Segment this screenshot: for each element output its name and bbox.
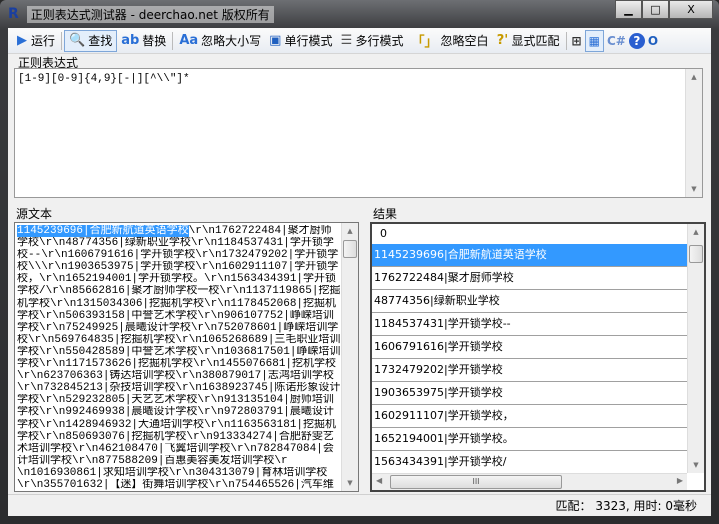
result-row[interactable]: 1145239696|合肥新航道英语学校 [372,244,687,267]
client-area: ▶ 运行 🔍 查找 ab 替换 Aa 忽略大小写 ▣ 单行模式 ☰ 多行模式 「」 忽略空白 ?' 显式匹配 ⊞… [8,28,711,516]
table-view-icon[interactable]: ▦ [584,29,604,52]
hscroll-thumb[interactable]: III [390,475,562,489]
regex-value[interactable]: [1-9][0-9]{4,9}[-|][^\\"]* [15,69,702,89]
source-line: \r\n1762722484|聚才厨师 [188,225,332,237]
result-row[interactable]: 1602911107|学开锁学校， [372,405,687,428]
ignore-whitespace-label: 忽略空白 [440,34,489,48]
run-label: 运行 [31,34,56,48]
source-line: 学校\r\n48774356|绿新职业学校\r\n1184537431|学开锁学 [17,237,334,250]
result-row[interactable]: 1903653975|学开锁学校 [372,382,687,405]
source-label: 源文本 [16,207,53,221]
source-line: 校\\\r\n1903653975|学开锁学校\r\n1602911107|学开… [17,261,339,274]
source-line: 学校\r\n992469938|晨曦设计学校\r\n972803791|晨曦设计 [17,406,334,419]
source-line: 学校\r\n550428589|中誉艺术学校\r\n1036817501|峥嵘培… [17,345,340,358]
source-line: 校，\r\n1652194001|学开锁学校。\r\n1563434391|学开… [17,273,337,286]
results-list[interactable]: 0 1145239696|合肥新航道英语学校 1762722484|聚才厨师学校 4… [370,222,706,492]
source-line: 学校/\r\n85662816|聚才厨师学校一校\r\n1137119865|挖… [17,285,340,298]
replace-button[interactable]: ab 替换 [117,30,170,52]
explicit-capture-button[interactable]: ?' 显式匹配 [493,30,564,52]
multi-line-label: 多行模式 [355,34,404,48]
maximize-button[interactable]: □ [642,0,669,19]
results-hscrollbar[interactable]: ◀ III ▶ [372,473,687,490]
source-line: 学校\r\n506393158|中誉艺术学校\r\n906107752|峥嵘培训 [17,309,334,322]
ignore-case-button[interactable]: Aa 忽略大小写 [175,30,265,52]
result-row[interactable]: 1652194001|学开锁学校。 [372,428,687,451]
source-line: 学校\r\n850693076|挖掘机学校\r\n913334274|合肥舒雯艺 [17,430,334,443]
result-row[interactable]: 1732479202|学开锁学校 [372,359,687,382]
find-label: 查找 [88,34,113,48]
match-status: 匹配： 3323, 用时: 0毫秒 [555,499,697,513]
source-selection: 1145239696|合肥新航道英语学校 [17,225,189,237]
ignore-case-label: 忽略大小写 [201,34,262,48]
results-label: 结果 [373,207,398,221]
source-text-input[interactable]: 1145239696|合肥新航道英语学校\r\n1762722484|聚才厨师 … [14,222,359,492]
toolbar: ▶ 运行 🔍 查找 ab 替换 Aa 忽略大小写 ▣ 单行模式 ☰ 多行模式 「」 忽略空白 ?' 显式匹配 ⊞… [8,28,711,54]
result-row[interactable]: 1606791616|学开锁学校 [372,336,687,359]
minimize-button[interactable]: ▁ [615,0,642,19]
window-title: 正则表达式测试器 - deerchao.net 版权所有 [26,5,274,23]
source-line: 学校\r\n1428946932|大通培训学校\r\n1163563181|挖掘… [17,418,337,431]
close-button[interactable]: X [669,0,713,19]
single-line-icon: ▣ [269,33,282,48]
ignore-whitespace-button[interactable]: 「」 忽略空白 [408,30,493,52]
regex-scrollbar[interactable]: ▲ ▼ [685,69,702,197]
source-scrollbar[interactable]: ▲ ▼ [341,223,358,491]
result-row[interactable]: 1563434391|学开锁学校/ [372,451,687,473]
ignore-case-icon: Aa [179,33,199,48]
source-line: 学校\r\n75249925|晨曦设计学校\r\n752078601|峥嵘培训学 [17,321,339,334]
app-window: R 正则表达式测试器 - deerchao.net 版权所有 ▁ □ X ▶ 运行… [0,0,719,524]
replace-label: 替换 [142,34,167,48]
csharp-icon[interactable]: C# [604,30,629,52]
tree-view-icon[interactable]: ⊞ [569,30,585,52]
result-row[interactable]: 48774356|绿新职业学校 [372,290,687,313]
run-button[interactable]: ▶ 运行 [12,30,59,52]
ignore-whitespace-icon: 「」 [411,35,438,50]
find-icon: 🔍 [69,33,86,48]
source-line: 学校\r\n529232805|天艺艺术学校\r\n913135104|厨师培训 [17,394,334,407]
results-header[interactable]: 0 [372,224,687,244]
result-row[interactable]: 1762722484|聚才厨师学校 [372,267,687,290]
single-line-button[interactable]: ▣ 单行模式 [265,30,336,52]
single-line-label: 单行模式 [284,34,333,48]
regex-input[interactable]: [1-9][0-9]{4,9}[-|][^\\"]* ▲ ▼ [14,68,703,198]
run-icon: ▶ [17,33,27,48]
source-line: \r\n623706363|铸达培训学校\r\n380879017|志鸿培训学校 [17,370,334,383]
source-line: 校\r\n569764835|挖掘机学校\r\n1065268689|三毛职业培… [17,333,340,346]
find-button[interactable]: 🔍 查找 [64,29,118,52]
results-vscrollbar[interactable]: ▲ ▼ [687,224,704,473]
source-line: \r\n732845213|杂技培训学校\r\n1638923745|陈诺形象设… [17,382,340,395]
multi-line-button[interactable]: ☰ 多行模式 [336,30,407,52]
app-logo-icon: R [8,6,19,22]
source-line: 校--\r\n1606791616|学开锁学校\r\n1732479202|学开… [17,249,339,262]
result-row[interactable]: 1184537431|学开锁学校-- [372,313,687,336]
replace-icon: ab [121,33,140,48]
help-icon[interactable]: ? [628,32,645,49]
source-line: \n1016930861|求知培训学校\r\n304313079|育林培训学校 [17,466,328,479]
title-bar: R 正则表达式测试器 - deerchao.net 版权所有 [8,4,274,24]
source-line: 机学校\r\n1315034306|挖掘机学校\r\n1178452068|挖掘… [17,297,337,310]
multi-line-icon: ☰ [340,33,353,48]
explicit-capture-icon: ?' [496,33,509,48]
info-icon[interactable]: O [645,30,661,52]
source-line: 计培训学校\r\n877588209|百惠美容美发培训学校\r [17,454,288,467]
explicit-capture-label: 显式匹配 [511,34,560,48]
source-line: \r\n355701632|【迷】街舞培训学校\r\n754465526|汽车维 [17,478,334,491]
status-bar: 匹配： 3323, 用时: 0毫秒 [8,494,711,516]
source-line: 学校\r\n1171573626|挖掘机学校\r\n1455076681|挖机学… [17,358,337,371]
source-line: 术培训学校\r\n462108470|飞翼培训学校\r\n782847084|会 [17,442,334,455]
